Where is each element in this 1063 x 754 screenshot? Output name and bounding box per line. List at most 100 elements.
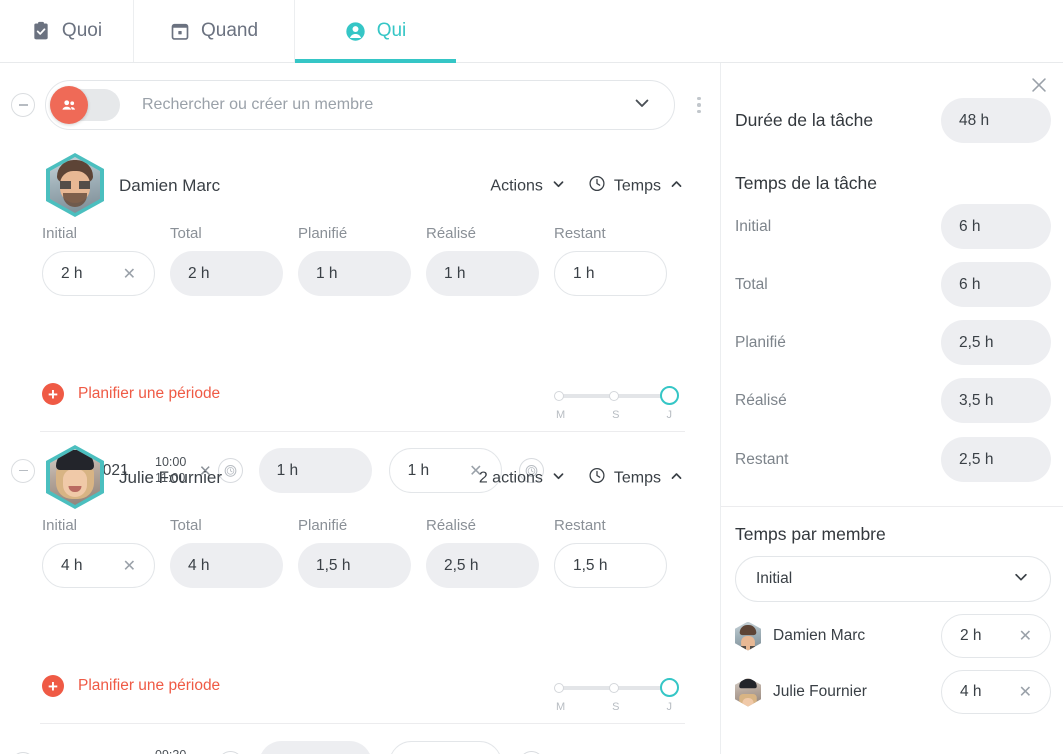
- tab-qui-label: Qui: [376, 20, 407, 41]
- people-icon: [62, 100, 76, 110]
- column-total: Total 2 h: [170, 225, 298, 296]
- slider-handle-m[interactable]: [554, 683, 564, 693]
- initial-input[interactable]: 4 h ✕: [42, 543, 155, 588]
- period-hours[interactable]: 09:30 11:00: [155, 748, 199, 754]
- member-time-input[interactable]: 2 h ✕: [941, 614, 1051, 658]
- clock-icon: [588, 467, 606, 490]
- slider-track[interactable]: [554, 385, 679, 407]
- initial-input[interactable]: 2 h ✕: [42, 251, 155, 296]
- member-time-input[interactable]: 4 h ✕: [941, 670, 1051, 714]
- row-value: 2,5 h: [941, 437, 1051, 482]
- temps-toggle[interactable]: Temps: [588, 467, 684, 490]
- initial-value: 4 h: [61, 556, 83, 574]
- member-identity: Julie Fournier: [735, 677, 867, 707]
- restant-input[interactable]: 1 h: [554, 251, 667, 296]
- tab-quand-label: Quand: [200, 20, 259, 41]
- column-label: Total: [170, 225, 202, 242]
- planifie-value: 1,5 h: [316, 556, 351, 574]
- slider-track[interactable]: [554, 677, 679, 699]
- task-duration-row: Durée de la tâche 48 h: [735, 98, 1051, 143]
- per-member-select[interactable]: Initial: [735, 556, 1051, 602]
- chevron-down-icon[interactable]: [632, 93, 652, 118]
- tab-quoi-label: Quoi: [61, 20, 103, 41]
- column-initial: Initial 4 h ✕: [42, 517, 170, 588]
- clear-icon[interactable]: ✕: [1019, 682, 1032, 702]
- avatar: [735, 621, 761, 651]
- slider-handle-m[interactable]: [554, 391, 564, 401]
- column-initial: Initial 2 h ✕: [42, 225, 170, 296]
- unit-slider[interactable]: M S J: [554, 385, 679, 421]
- period-row: 04/06/2021 09:30 11:00 ✕ 1,5 h 2,5 h ✕: [0, 741, 720, 754]
- column-label: Restant: [554, 517, 606, 534]
- vertical-dots-icon[interactable]: [689, 96, 709, 114]
- tab-bar: Quoi Quand Qui: [0, 0, 1063, 63]
- per-member-select-value: Initial: [756, 570, 793, 587]
- member-header: Julie Fournier 2 actions Temps: [0, 445, 720, 511]
- member-name: Damien Marc: [119, 176, 221, 195]
- slider-handle-j[interactable]: [660, 386, 679, 405]
- tab-qui[interactable]: Qui: [295, 0, 456, 63]
- toggle-knob: [50, 86, 88, 124]
- clear-icon[interactable]: ✕: [123, 264, 136, 284]
- plan-period-label[interactable]: Planifier une période: [78, 385, 220, 403]
- slider-handle-j[interactable]: [660, 678, 679, 697]
- collapse-members-button[interactable]: [11, 93, 35, 117]
- plan-period-row: + Planifier une période M S J: [42, 675, 682, 713]
- calendar-icon: [170, 21, 190, 41]
- slider-handle-s[interactable]: [609, 391, 619, 401]
- period-done-input[interactable]: 2,5 h ✕: [388, 741, 502, 754]
- initial-value: 2 h: [61, 264, 83, 282]
- member-search-box[interactable]: [45, 80, 675, 130]
- total-value-pill: 2 h: [170, 251, 283, 296]
- column-realise: Réalisé 2,5 h: [426, 517, 554, 588]
- slider-handle-s[interactable]: [609, 683, 619, 693]
- total-value-pill: 4 h: [170, 543, 283, 588]
- tab-quand[interactable]: Quand: [134, 0, 295, 62]
- members-toggle[interactable]: [50, 86, 120, 124]
- column-realise: Réalisé 1 h: [426, 225, 554, 296]
- divider: [40, 723, 685, 724]
- avatar: [735, 677, 761, 707]
- realise-value-pill: 1 h: [426, 251, 539, 296]
- row-label: Initial: [735, 217, 772, 235]
- temps-toggle[interactable]: Temps: [588, 175, 684, 198]
- column-planifie: Planifié 1,5 h: [298, 517, 426, 588]
- member-header: Damien Marc Actions Temps: [0, 153, 720, 219]
- actions-dropdown[interactable]: Actions: [490, 176, 565, 196]
- row-value: 2,5 h: [941, 320, 1051, 365]
- restant-input[interactable]: 1,5 h: [554, 543, 667, 588]
- column-planifie: Planifié 1 h: [298, 225, 426, 296]
- restant-value: 1,5 h: [573, 556, 608, 574]
- clear-icon[interactable]: ✕: [1019, 626, 1032, 646]
- add-period-button[interactable]: +: [42, 383, 64, 405]
- clear-icon[interactable]: ✕: [123, 556, 136, 576]
- task-time-row: Initial 6 h: [735, 204, 1051, 249]
- row-label: Restant: [735, 450, 789, 468]
- time-columns: Initial 2 h ✕ Total 2 h Planifié 1 h Réa: [42, 225, 682, 296]
- row-label: Réalisé: [735, 391, 787, 409]
- member-header-actions: 2 actions Temps: [479, 467, 684, 490]
- total-value: 2 h: [188, 264, 210, 282]
- actions-label: Actions: [490, 177, 543, 194]
- task-time-title: Temps de la tâche: [735, 173, 878, 193]
- clipboard-check-icon: [31, 21, 51, 41]
- member-header-actions: Actions Temps: [490, 175, 684, 198]
- close-icon[interactable]: [1027, 73, 1051, 97]
- actions-dropdown[interactable]: 2 actions: [479, 468, 566, 488]
- unit-slider[interactable]: M S J: [554, 677, 679, 713]
- add-period-button[interactable]: +: [42, 675, 64, 697]
- plan-period-label[interactable]: Planifier une période: [78, 677, 220, 695]
- column-label: Planifié: [298, 517, 348, 534]
- member-time-row: Julie Fournier 4 h ✕: [735, 669, 1051, 715]
- task-time-row: Total 6 h: [735, 262, 1051, 307]
- realise-value-pill: 2,5 h: [426, 543, 539, 588]
- slider-ticks: M S J: [554, 409, 674, 421]
- member-time-value: 4 h: [960, 683, 982, 700]
- column-total: Total 4 h: [170, 517, 298, 588]
- slider-ticks: M S J: [554, 701, 674, 713]
- tab-quoi[interactable]: Quoi: [0, 0, 134, 62]
- column-label: Planifié: [298, 225, 348, 242]
- member-name: Damien Marc: [773, 627, 866, 644]
- temps-label: Temps: [613, 469, 661, 486]
- search-input[interactable]: [142, 96, 632, 114]
